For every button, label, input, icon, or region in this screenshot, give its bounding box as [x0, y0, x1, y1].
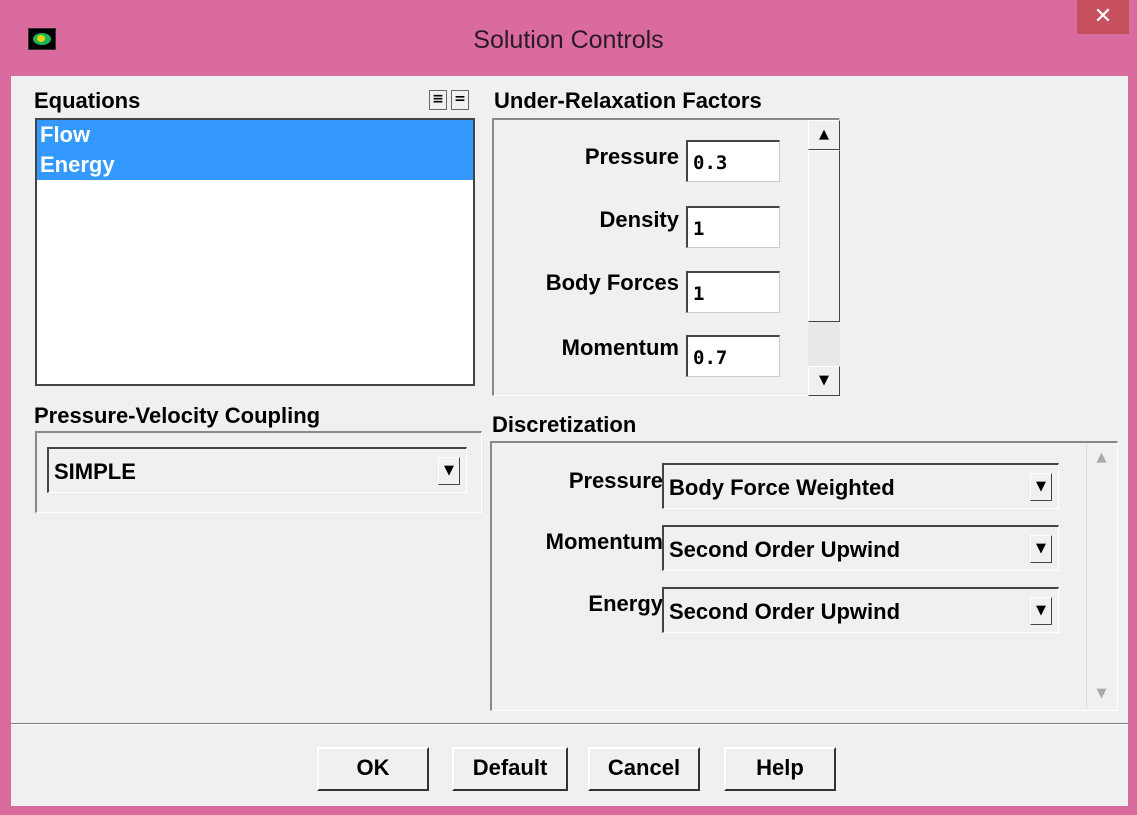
urf-pressure-label: Pressure: [584, 144, 679, 169]
button-bar-separator: [11, 723, 1128, 725]
list-item-energy[interactable]: Energy: [37, 150, 473, 180]
urf-body-forces-label: Body Forces: [545, 270, 679, 295]
chevron-down-icon[interactable]: ▼: [1030, 597, 1052, 625]
scroll-thumb[interactable]: [808, 150, 840, 322]
title-bar[interactable]: Solution Controls ✕: [0, 0, 1137, 85]
chevron-down-icon[interactable]: ▼: [438, 457, 460, 485]
help-button[interactable]: Help: [724, 747, 836, 791]
disc-energy-dropdown[interactable]: Second Order Upwind ▼: [662, 587, 1059, 633]
disc-pressure-label: Pressure: [568, 468, 663, 493]
urf-momentum-input[interactable]: 0.7: [686, 335, 780, 377]
pv-coupling-value: SIMPLE: [54, 459, 136, 484]
urf-pressure-input[interactable]: 0.3: [686, 140, 780, 182]
close-button[interactable]: ✕: [1077, 0, 1129, 34]
scroll-up-icon[interactable]: ▲: [1087, 443, 1116, 473]
urf-momentum-label: Momentum: [561, 335, 679, 360]
solution-controls-window: Solution Controls ✕ Equations ≡ = Flow E…: [0, 0, 1137, 815]
equations-listbox[interactable]: Flow Energy: [35, 118, 475, 386]
urf-label: Under-Relaxation Factors: [494, 88, 762, 113]
scroll-up-icon[interactable]: ▲: [808, 120, 840, 150]
dialog-client-area: Equations ≡ = Flow Energy Pressure-Veloc…: [11, 76, 1128, 806]
pv-coupling-group: SIMPLE ▼: [35, 431, 482, 513]
default-button[interactable]: Default: [452, 747, 568, 791]
urf-group: Pressure 0.3 Density 1 Body Forces 1 Mom…: [492, 118, 840, 396]
disc-energy-value: Second Order Upwind: [669, 599, 901, 624]
disc-scrollbar[interactable]: ▲ ▼: [1086, 443, 1116, 709]
disc-pressure-dropdown[interactable]: Body Force Weighted ▼: [662, 463, 1059, 509]
chevron-down-icon[interactable]: ▼: [1030, 473, 1052, 501]
pv-coupling-dropdown[interactable]: SIMPLE ▼: [47, 447, 467, 493]
disc-pressure-value: Body Force Weighted: [669, 475, 895, 500]
cancel-button[interactable]: Cancel: [588, 747, 700, 791]
disc-energy-label: Energy: [588, 591, 663, 616]
urf-scrollbar[interactable]: ▲ ▼: [808, 120, 840, 396]
list-item-flow[interactable]: Flow: [37, 120, 473, 150]
window-title: Solution Controls: [473, 26, 664, 54]
urf-density-label: Density: [599, 207, 679, 232]
select-all-icon[interactable]: ≡: [429, 90, 447, 110]
scroll-down-icon[interactable]: ▼: [808, 366, 840, 396]
urf-density-input[interactable]: 1: [686, 206, 780, 248]
discretization-group: Pressure Body Force Weighted ▼ Momentum …: [490, 441, 1118, 711]
disc-momentum-value: Second Order Upwind: [669, 537, 901, 562]
ok-button[interactable]: OK: [317, 747, 429, 791]
discretization-label: Discretization: [492, 412, 637, 437]
pv-coupling-label: Pressure-Velocity Coupling: [34, 403, 321, 428]
disc-momentum-label: Momentum: [545, 529, 663, 554]
equations-label: Equations: [34, 88, 141, 113]
urf-body-forces-input[interactable]: 1: [686, 271, 780, 313]
disc-momentum-dropdown[interactable]: Second Order Upwind ▼: [662, 525, 1059, 571]
chevron-down-icon[interactable]: ▼: [1030, 535, 1052, 563]
scroll-down-icon[interactable]: ▼: [1087, 679, 1116, 709]
deselect-all-icon[interactable]: =: [451, 90, 469, 110]
